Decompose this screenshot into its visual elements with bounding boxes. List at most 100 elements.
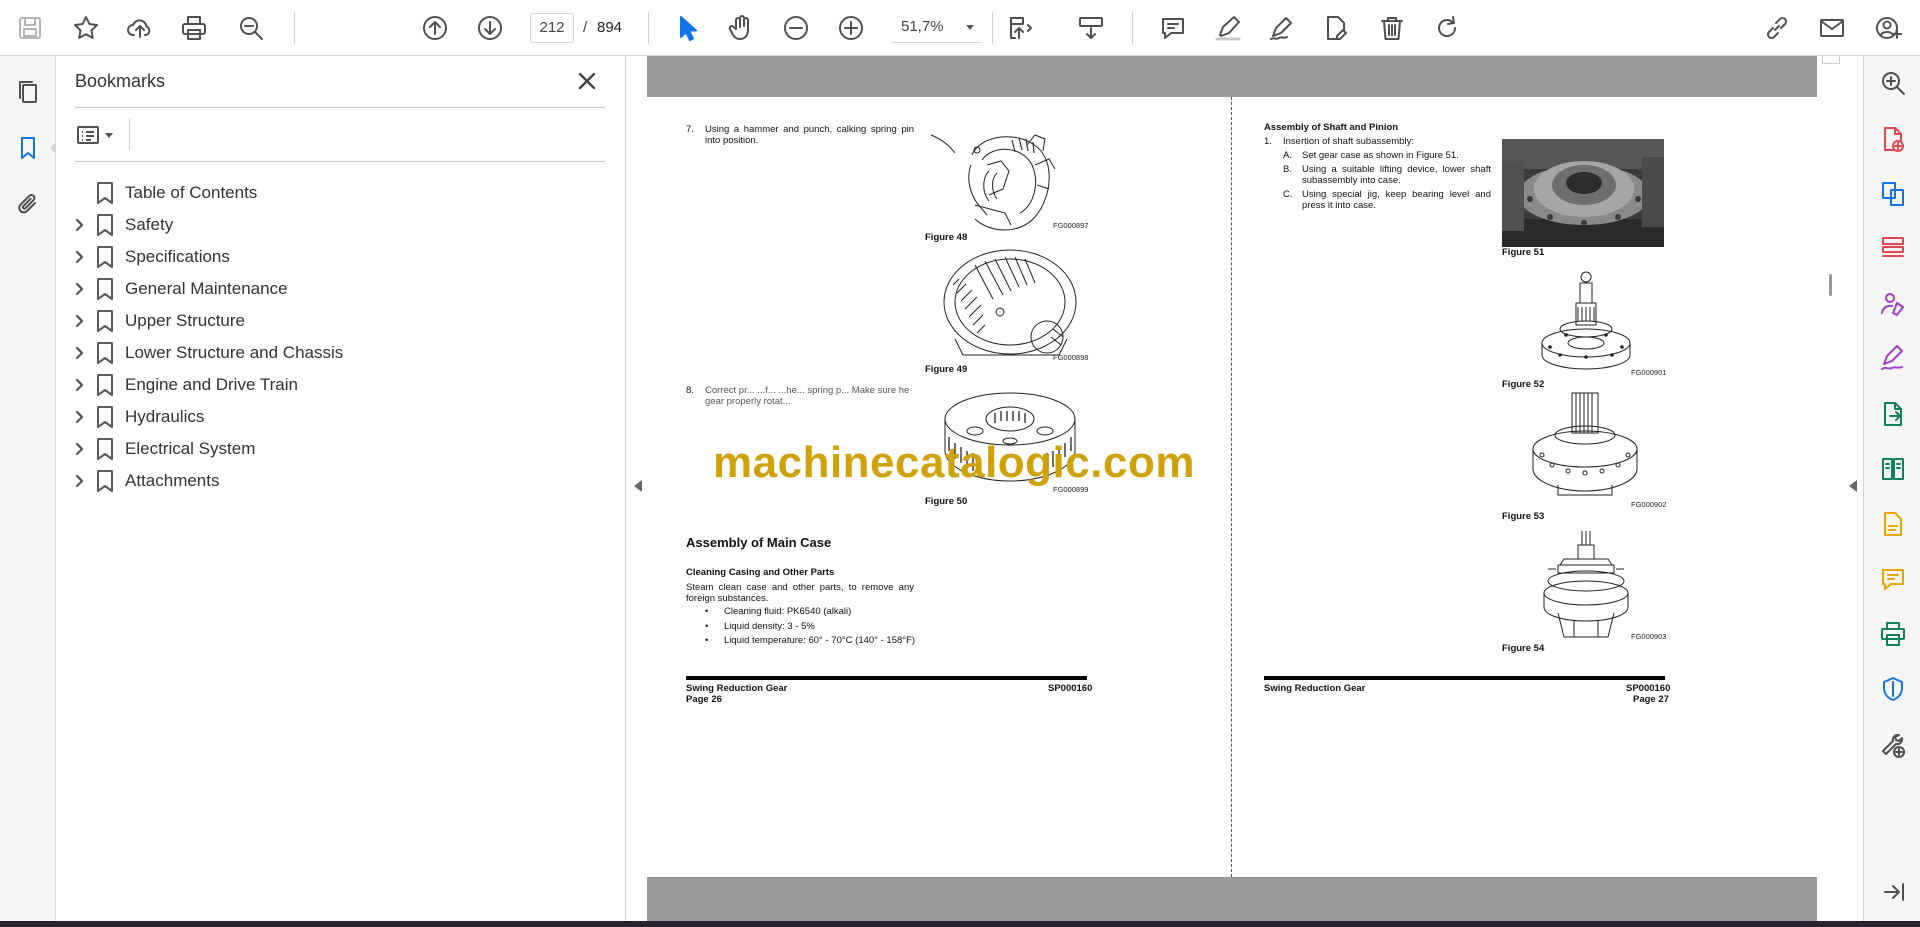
bookmark-icon (96, 373, 114, 397)
bookmark-icon (96, 341, 114, 365)
hand-icon[interactable] (723, 10, 759, 46)
chevron-right-icon[interactable] (72, 218, 86, 232)
star-icon[interactable] (68, 10, 104, 46)
watermark-text: machinecatalogic.com (713, 438, 1195, 487)
bullet-marker: • (705, 620, 709, 632)
footer-title: Swing Reduction Gear (686, 683, 788, 694)
scroll-mode-icon[interactable] (1073, 10, 1109, 46)
account-icon[interactable] (1871, 10, 1907, 46)
bookmark-item[interactable]: Upper Structure (56, 303, 616, 339)
pages-icon[interactable] (10, 74, 46, 110)
scrollbar-thumb[interactable] (1829, 274, 1832, 296)
highlight-icon[interactable] (1210, 10, 1246, 46)
print-icon[interactable] (176, 10, 212, 46)
document-view: 7. Using a hammer and punch, calking spr… (626, 56, 1863, 921)
select-cursor-icon[interactable] (669, 10, 705, 46)
page-up-icon[interactable] (417, 10, 453, 46)
figure-54-illustration (1543, 531, 1629, 638)
upload-icon[interactable] (122, 10, 158, 46)
edit-pdf-icon[interactable] (1876, 507, 1910, 541)
zoom-in-icon[interactable] (833, 10, 869, 46)
bullet-text: Liquid temperature: 60° - 70°C (140° - 1… (724, 635, 916, 646)
page-total: 894 (597, 19, 623, 36)
collapse-left-panel-icon[interactable] (634, 480, 642, 492)
zoom-out-icon[interactable] (778, 10, 814, 46)
panel-title: Bookmarks (75, 71, 166, 91)
bookmark-item[interactable]: Electrical System (56, 431, 616, 467)
compare-icon[interactable] (1876, 452, 1910, 486)
footer-doc-code: SP000160 (1626, 683, 1671, 694)
chevron-right-icon[interactable] (72, 410, 86, 424)
bookmark-item[interactable]: Hydraulics (56, 399, 616, 435)
chevron-right-icon[interactable] (72, 314, 86, 328)
bullet-marker: • (705, 635, 709, 646)
page-number-input[interactable]: 212 (530, 13, 574, 43)
find-icon[interactable] (233, 10, 269, 46)
step-number: 7. (686, 124, 694, 135)
protect-icon[interactable] (1876, 672, 1910, 706)
collapse-right-panel-icon[interactable] (1849, 480, 1857, 492)
figure-53-illustration (1532, 392, 1638, 496)
bookmark-item[interactable]: Attachments (56, 463, 616, 499)
more-tools-icon[interactable] (1876, 728, 1910, 762)
figure-caption: Figure 51 (1502, 247, 1545, 258)
print-production-icon[interactable] (1876, 617, 1910, 651)
rotate-icon[interactable] (1429, 10, 1465, 46)
bookmark-item[interactable]: Specifications (56, 239, 616, 275)
step-text: Correct pr... ...f... ...he... spring p.… (705, 385, 910, 407)
comment-tool-icon[interactable] (1876, 562, 1910, 596)
save-icon[interactable] (12, 10, 48, 46)
pdf-page-27: Assembly of Shaft and Pinion 1. Insertio… (1232, 97, 1817, 877)
chevron-right-icon[interactable] (72, 282, 86, 296)
bookmark-label: Attachments (125, 471, 220, 490)
fill-sign-icon[interactable] (1876, 341, 1910, 375)
bookmark-item[interactable]: Table of Contents (56, 175, 616, 211)
page-fit-icon[interactable] (1003, 10, 1039, 46)
step-text: Insertion of shaft subassembly: (1283, 136, 1414, 147)
zoom-select[interactable]: 51,7% (892, 13, 982, 43)
bookmark-item[interactable]: Engine and Drive Train (56, 367, 616, 403)
step-text: Using a hammer and punch, calking spring… (705, 124, 914, 146)
attachment-icon[interactable] (10, 186, 46, 222)
search-zoom-icon[interactable] (1876, 66, 1910, 100)
share-link-icon[interactable] (1759, 10, 1795, 46)
bookmark-item[interactable]: Safety (56, 207, 616, 243)
organize-pages-icon[interactable] (1876, 231, 1910, 265)
bookmark-label: Hydraulics (125, 407, 205, 426)
bookmark-item[interactable]: General Maintenance (56, 271, 616, 307)
substep-text: Using a suitable lifting device, lower s… (1302, 164, 1491, 186)
create-pdf-icon[interactable] (1876, 122, 1910, 156)
figure-code: FG000901 (1631, 368, 1667, 377)
chevron-right-icon[interactable] (72, 442, 86, 456)
edit-icon[interactable] (1318, 10, 1354, 46)
divider (129, 118, 130, 150)
bookmark-options-button[interactable] (76, 118, 124, 152)
bookmark-icon[interactable] (10, 130, 58, 166)
figure-49-illustration (943, 249, 1077, 356)
figure-code: FG000903 (1631, 632, 1667, 641)
request-signature-icon[interactable] (1876, 286, 1910, 320)
chevron-right-icon[interactable] (72, 474, 86, 488)
page-down-icon[interactable] (472, 10, 508, 46)
bookmark-icon (96, 309, 114, 333)
footer-doc-code: SP000160 (1048, 683, 1093, 694)
chevron-right-icon[interactable] (72, 346, 86, 360)
export-pdf-icon[interactable] (1876, 397, 1910, 431)
mail-icon[interactable] (1814, 10, 1850, 46)
bookmark-label: Electrical System (125, 439, 256, 458)
bookmark-label: Specifications (125, 247, 230, 266)
bookmark-item[interactable]: Lower Structure and Chassis (56, 335, 616, 371)
sign-icon[interactable] (1264, 10, 1300, 46)
delete-icon[interactable] (1374, 10, 1410, 46)
combine-files-icon[interactable] (1876, 177, 1910, 211)
collapse-panel-icon[interactable] (1876, 875, 1910, 909)
chevron-right-icon[interactable] (72, 378, 86, 392)
chevron-right-icon[interactable] (72, 250, 86, 264)
comment-icon[interactable] (1155, 10, 1191, 46)
substep-text: Using special jig, keep bearing level an… (1302, 189, 1491, 211)
bookmark-icon (96, 437, 114, 461)
close-icon[interactable] (574, 68, 600, 94)
scrollbar-top[interactable] (1822, 56, 1840, 64)
step-number: 8. (686, 385, 694, 396)
bullet-marker: • (705, 606, 709, 617)
